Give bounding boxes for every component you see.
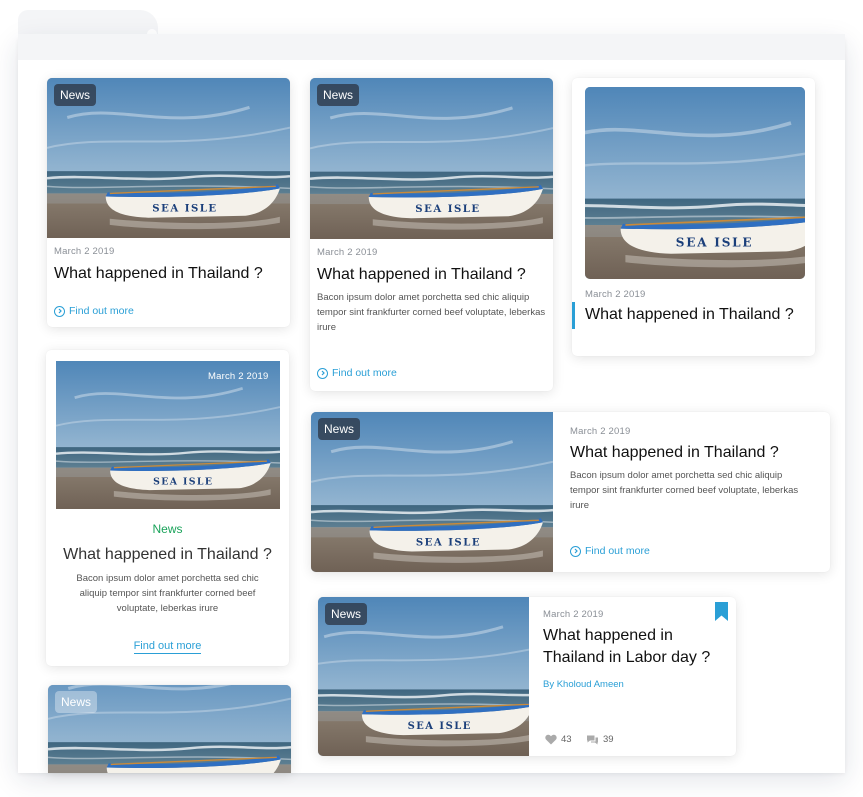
news-card-horizontal[interactable]: SEA ISLE News March 2 2019 What happened… (311, 412, 830, 572)
chevron-right-circle-icon (317, 367, 328, 379)
card-title: What happened in Thailand ? (63, 546, 272, 563)
like-count[interactable]: 43 (545, 734, 572, 745)
comment-count[interactable]: 39 (586, 734, 614, 745)
card-excerpt: Bacon ipsum dolor amet porchetta sed chi… (76, 573, 259, 614)
find-out-more-link[interactable]: Find out more (133, 640, 202, 654)
find-out-more-link[interactable]: Find out more (570, 545, 650, 557)
card-date: March 2 2019 (317, 247, 378, 258)
boat-photo: SEA ISLE (56, 361, 280, 509)
page-canvas: SEA ISLE News March 2 2019 What happened… (0, 0, 863, 797)
news-card-with-excerpt[interactable]: SEA ISLE News March 2 2019 What happened… (310, 78, 553, 391)
accent-bar (572, 302, 575, 329)
card-date: March 2 2019 (208, 371, 269, 382)
news-card-compact[interactable]: SEA ISLE News March 2 2019 What happened… (47, 78, 290, 327)
link-label: Find out more (69, 305, 134, 317)
svg-text:SEA ISLE: SEA ISLE (408, 721, 472, 732)
like-count-value: 43 (561, 734, 572, 745)
svg-text:SEA ISLE: SEA ISLE (415, 203, 480, 215)
find-out-more-link[interactable]: Find out more (54, 305, 134, 317)
boat-photo: SEA ISLE (585, 87, 805, 279)
chevron-right-circle-icon (570, 545, 581, 557)
category-label[interactable]: News (46, 522, 289, 536)
window-titlebar (18, 34, 845, 60)
find-out-more-link[interactable]: Find out more (317, 367, 397, 379)
comment-count-value: 39 (603, 734, 614, 745)
card-title: What happened in Thailand in Labor day ? (543, 627, 711, 666)
card-date: March 2 2019 (570, 426, 631, 437)
card-title: What happened in Thailand ? (54, 265, 263, 282)
news-card-featured[interactable]: SEA ISLE News March 2 2019 What happened… (318, 597, 736, 756)
chevron-right-circle-icon (54, 305, 65, 317)
card-excerpt: Bacon ipsum dolor amet porchetta sed chi… (317, 292, 546, 333)
news-card-inset-photo[interactable]: SEA ISLE March 2 2019 What happened in T… (572, 78, 815, 356)
news-card-partial[interactable]: SEA ISLE News (48, 685, 291, 773)
author-link[interactable]: By Kholoud Ameen (543, 679, 624, 690)
card-excerpt: Bacon ipsum dolor amet porchetta sed chi… (570, 470, 799, 511)
card-title: What happened in Thailand ? (570, 444, 779, 461)
news-badge: News (325, 603, 368, 625)
heart-icon (545, 734, 557, 745)
news-badge: News (55, 691, 98, 713)
card-title: What happened in Thailand ? (317, 266, 526, 283)
svg-text:SEA ISLE: SEA ISLE (153, 476, 213, 487)
svg-text:SEA ISLE: SEA ISLE (676, 236, 754, 250)
comment-icon (587, 735, 598, 745)
card-title: What happened in Thailand ? (585, 306, 794, 323)
svg-text:SEA ISLE: SEA ISLE (416, 537, 481, 548)
link-label: Find out more (332, 367, 397, 379)
card-date: March 2 2019 (585, 289, 646, 300)
card-date: March 2 2019 (54, 246, 115, 257)
news-badge: News (318, 418, 361, 440)
bookmark-icon[interactable] (714, 602, 729, 621)
news-card-centered[interactable]: SEA ISLE March 2 2019 News What happened… (46, 350, 289, 666)
news-badge: News (54, 84, 97, 106)
news-badge: News (317, 84, 360, 106)
link-label: Find out more (585, 545, 650, 557)
svg-text:SEA ISLE: SEA ISLE (152, 203, 217, 215)
card-date: March 2 2019 (543, 609, 604, 620)
